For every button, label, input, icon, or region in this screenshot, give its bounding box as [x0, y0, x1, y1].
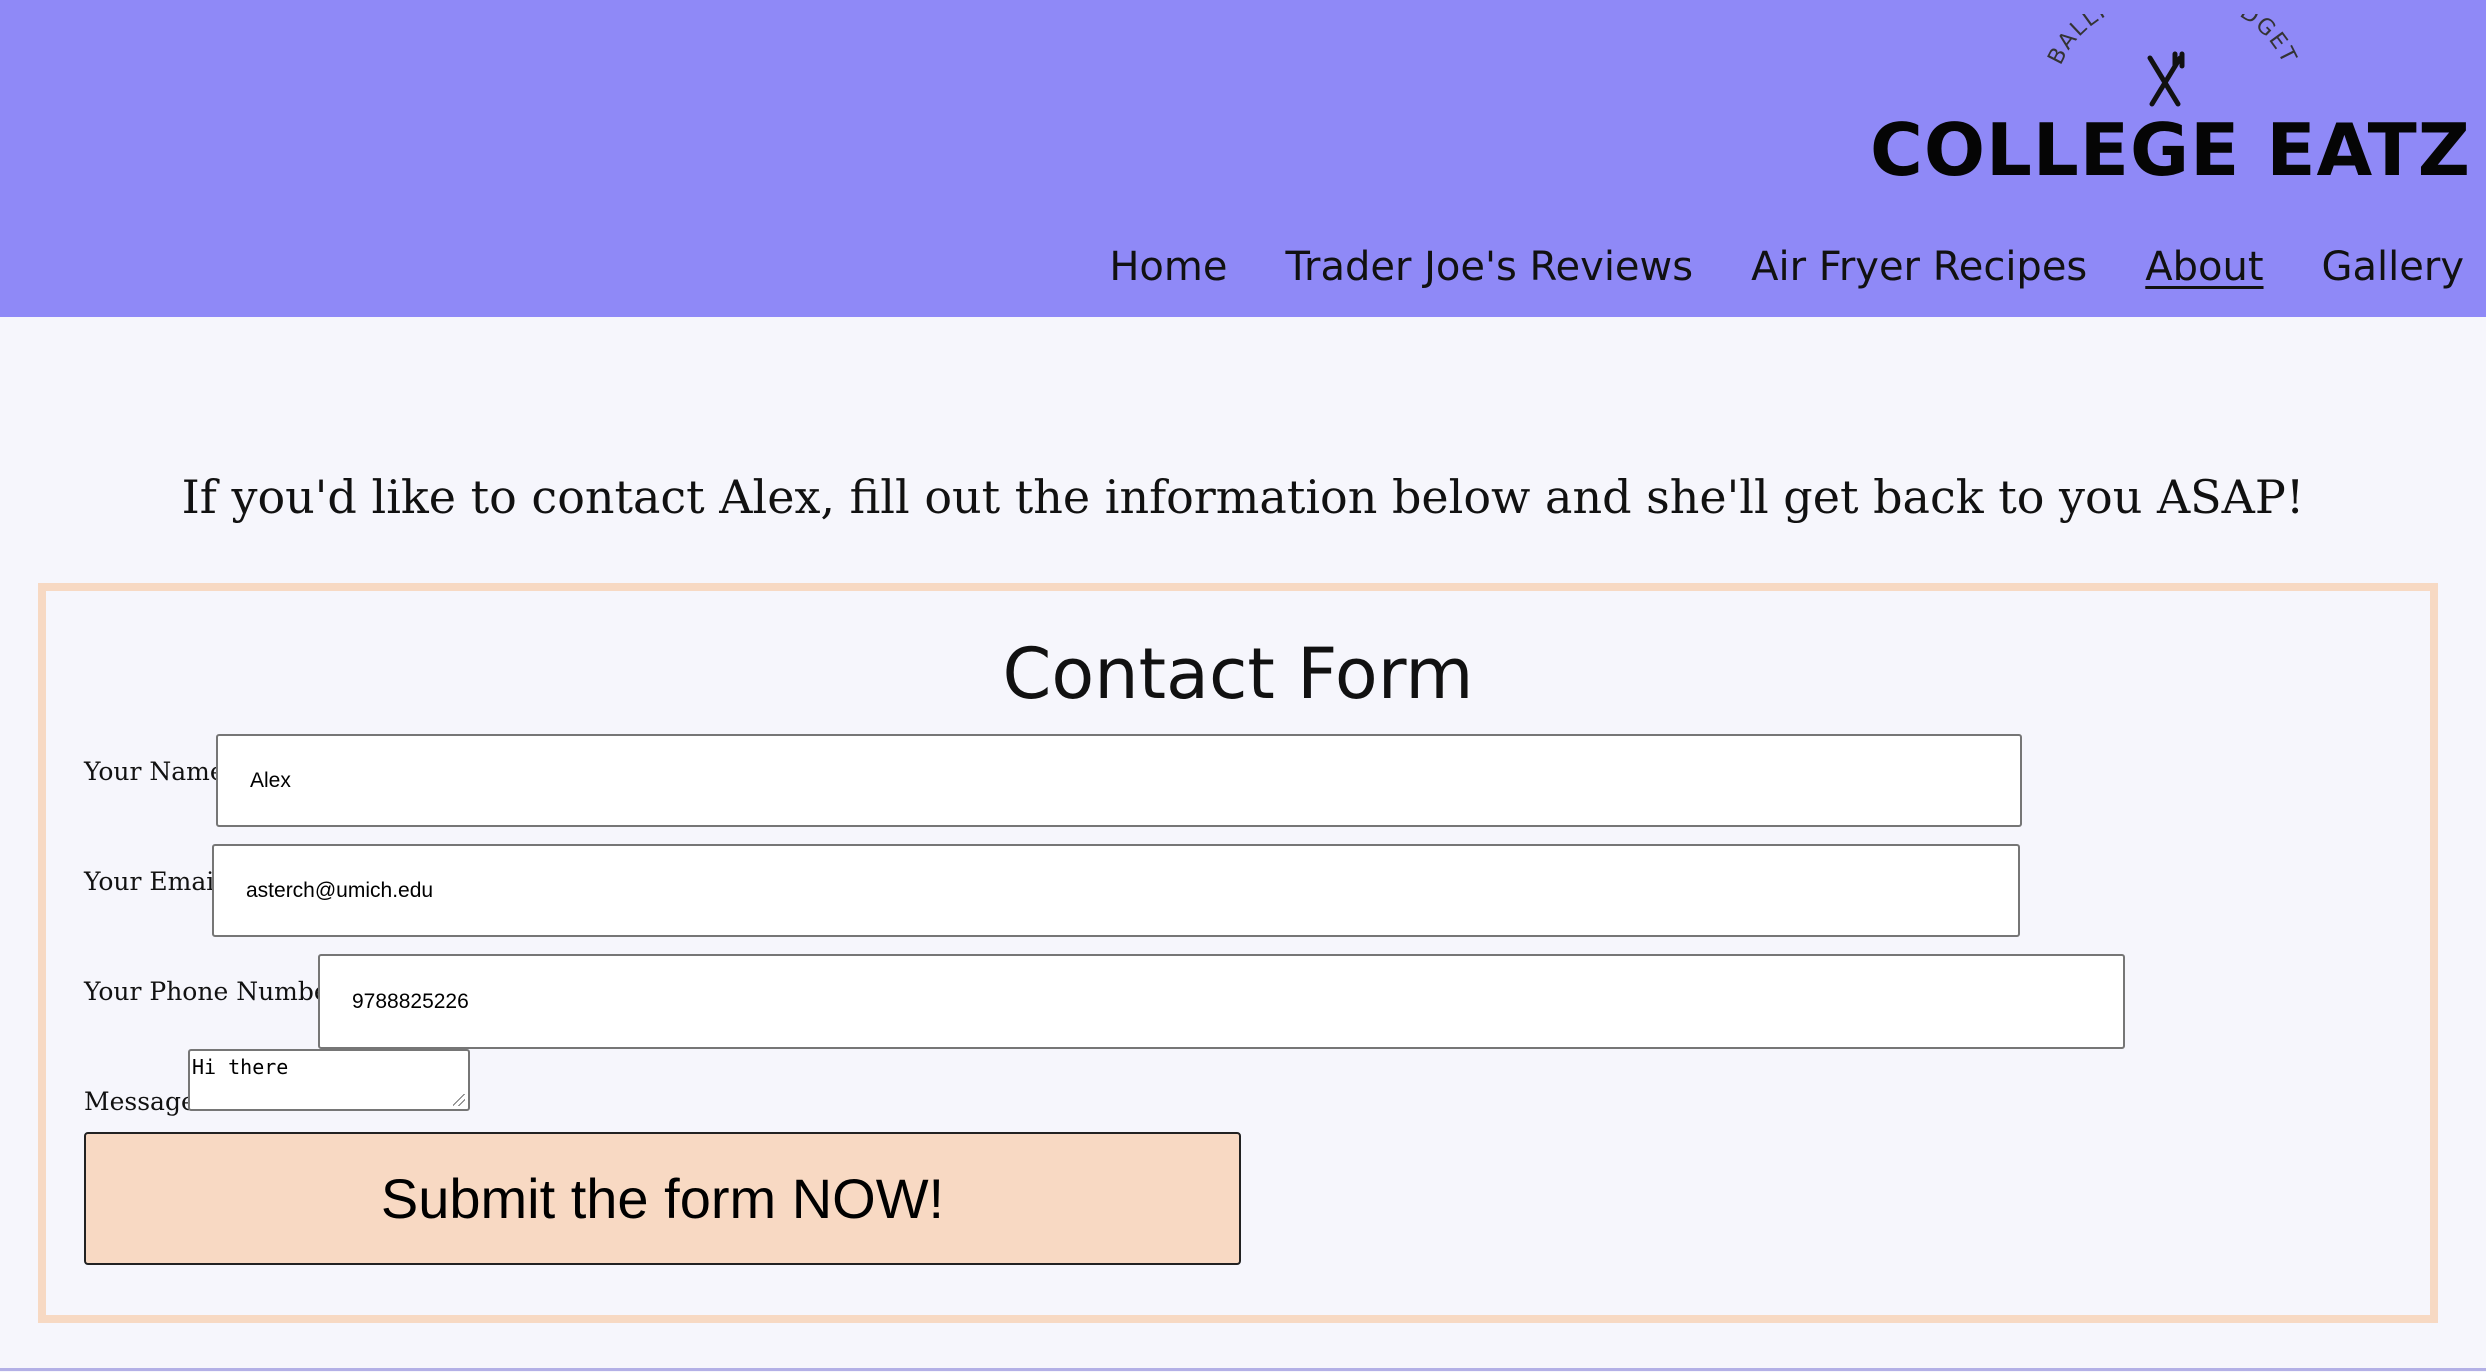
resize-grip-icon[interactable]	[453, 1094, 465, 1106]
submit-button[interactable]: Submit the form NOW!	[84, 1132, 1241, 1265]
nav-air-fryer-recipes[interactable]: Air Fryer Recipes	[1751, 244, 2087, 290]
logo-title: COLLEGE EATZ	[1870, 108, 2471, 192]
message-textarea[interactable]: Hi there	[188, 1049, 470, 1111]
contact-intro-text: If you'd like to contact Alex, fill out …	[181, 470, 2305, 524]
phone-label: Your Phone Number	[84, 977, 341, 1006]
main-nav: Home Trader Joe's Reviews Air Fryer Reci…	[1109, 244, 2464, 290]
fork-knife-icon	[2147, 51, 2185, 107]
nav-home[interactable]: Home	[1109, 244, 1227, 290]
site-header: BALLIN ON A BUDGET COLLEGE EATZ Home Tra…	[0, 0, 2486, 317]
email-label: Your Email	[84, 867, 223, 896]
name-input[interactable]: Alex	[216, 734, 2022, 827]
name-label: Your Name	[84, 757, 225, 786]
page-divider	[0, 1368, 2486, 1371]
form-title: Contact Form	[1002, 633, 1474, 715]
nav-trader-joes-reviews[interactable]: Trader Joe's Reviews	[1285, 244, 1693, 290]
college-eatz-logo[interactable]: BALLIN ON A BUDGET COLLEGE EATZ	[1860, 14, 2476, 210]
phone-input[interactable]: 9788825226	[318, 954, 2125, 1049]
email-input[interactable]: asterch@umich.edu	[212, 844, 2020, 937]
logo-emblem: BALLIN ON A BUDGET	[2043, 14, 2300, 107]
message-label: Message	[84, 1087, 196, 1116]
nav-gallery[interactable]: Gallery	[2322, 244, 2464, 290]
message-text: Hi there	[192, 1055, 289, 1079]
nav-about[interactable]: About	[2145, 244, 2263, 290]
